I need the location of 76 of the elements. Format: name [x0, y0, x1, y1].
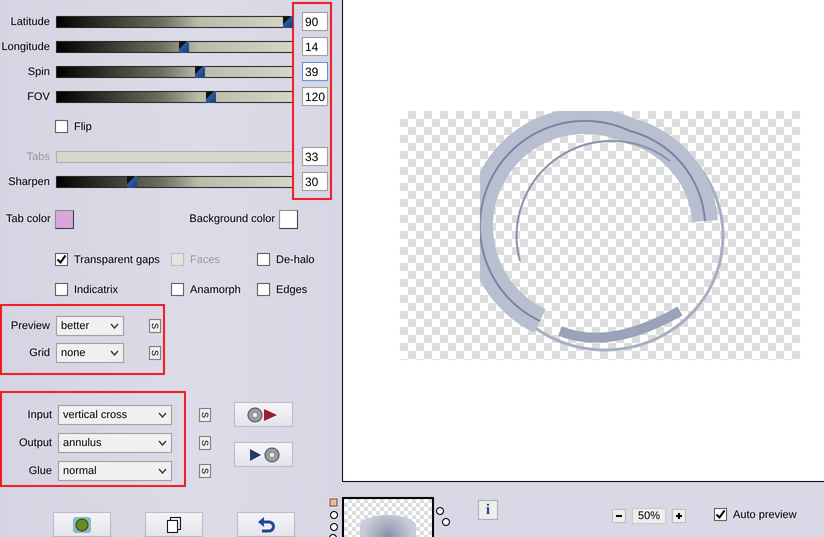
dropdown[interactable]: annulus [58, 433, 172, 453]
checkbox-label: Auto preview [733, 508, 797, 520]
slider-thumb[interactable] [206, 90, 216, 102]
slider-label: Spin [26, 66, 50, 78]
copy-button[interactable] [145, 512, 203, 537]
dropdown-label: Output [18, 437, 52, 449]
checkbox[interactable] [55, 253, 68, 266]
value-field[interactable]: 39 [302, 62, 328, 81]
color-label: Tab color [6, 213, 51, 226]
checkbox-label: Indicatrix [74, 284, 118, 296]
checkbox[interactable] [55, 120, 68, 133]
checkbox[interactable] [257, 283, 270, 296]
caret-icon [110, 322, 119, 329]
slider-label: Tabs [26, 150, 50, 162]
checkbox[interactable] [171, 283, 184, 296]
s-button[interactable]: S [149, 318, 161, 333]
arrow-to-disc-button[interactable] [234, 442, 293, 467]
slider-track[interactable] [56, 150, 292, 162]
minus-icon [615, 512, 623, 520]
caret-icon [158, 412, 167, 418]
disc-to-arrow-button[interactable] [234, 402, 293, 427]
dropdown[interactable]: none [56, 342, 124, 363]
checkbox-label: Edges [276, 284, 308, 296]
dropdown[interactable]: normal [58, 461, 172, 481]
undo-icon [257, 516, 275, 534]
slider-label: FOV [26, 90, 50, 102]
slider-label: Latitude [10, 16, 50, 28]
dropdown[interactable]: better [56, 316, 124, 336]
color-swatch[interactable] [54, 210, 74, 229]
undo-button[interactable] [237, 512, 295, 537]
slider-track[interactable] [56, 90, 292, 102]
checkbox-label: Flip [74, 120, 92, 132]
color-swatch[interactable] [279, 210, 298, 229]
checkbox[interactable] [55, 283, 68, 296]
value-field[interactable]: 90 [302, 12, 328, 31]
caret-icon [158, 468, 167, 474]
dropdown-label: Glue [28, 465, 52, 477]
color-label: Background color [189, 213, 275, 226]
checkbox-label: Anamorph [190, 284, 241, 296]
dropdown-label: Input [26, 409, 52, 421]
checkbox[interactable] [714, 508, 728, 521]
slider-label: Sharpen [7, 176, 50, 188]
slider-thumb[interactable] [282, 16, 293, 28]
slider-track[interactable] [56, 16, 292, 28]
value-field[interactable]: 14 [302, 37, 328, 56]
slider-label: Longitude [0, 40, 50, 52]
thumbnail-markers-icon [329, 498, 339, 537]
slider-thumb[interactable] [194, 66, 205, 78]
zoom-level: 50% [632, 508, 666, 524]
s-button[interactable]: S [199, 408, 211, 422]
s-button[interactable]: S [199, 464, 211, 478]
checkbox-label: Faces [190, 254, 220, 266]
value-field[interactable]: 120 [302, 87, 328, 106]
checkbox-label: Transparent gaps [74, 254, 160, 266]
info-button[interactable]: i [478, 500, 498, 520]
slider-track[interactable] [56, 176, 292, 188]
caret-icon [158, 440, 167, 446]
s-button[interactable]: S [199, 436, 211, 450]
s-button[interactable]: S [149, 346, 161, 360]
slider-thumb[interactable] [126, 176, 137, 188]
zoom-out-button[interactable] [612, 509, 626, 523]
caret-icon [110, 350, 119, 356]
copy-icon [166, 516, 182, 534]
dropdown-label: Preview [10, 320, 50, 332]
dropdown-label: Grid [28, 346, 50, 359]
slider-thumb[interactable] [178, 40, 189, 52]
slider-track[interactable] [56, 66, 292, 78]
randomize-button[interactable] [53, 512, 111, 537]
dropdown[interactable]: vertical cross [58, 405, 172, 425]
value-field[interactable]: 30 [302, 172, 328, 191]
slider-track[interactable] [56, 40, 292, 52]
checkbox-label: De-halo [276, 254, 315, 266]
thumbnail-preview[interactable] [342, 497, 434, 537]
plus-icon [675, 512, 684, 520]
zoom-in-button[interactable] [672, 509, 686, 523]
checkbox[interactable] [257, 253, 270, 266]
